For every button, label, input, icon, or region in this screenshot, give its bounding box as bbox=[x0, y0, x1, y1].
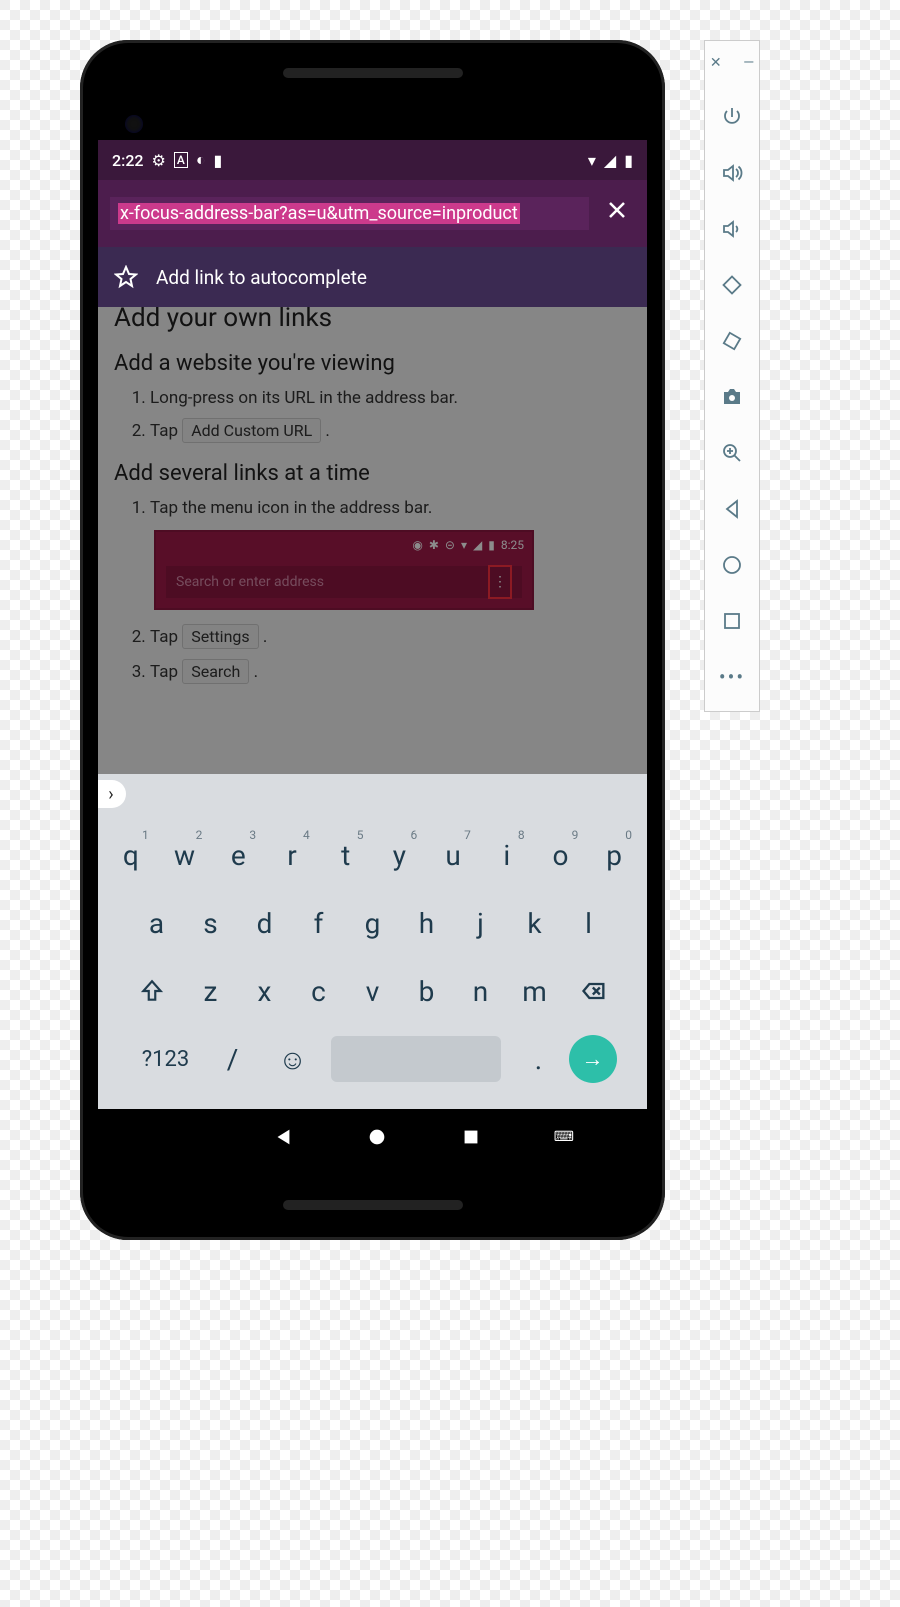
star-icon bbox=[114, 265, 138, 289]
menu-dots-highlighted: ⋮ bbox=[488, 565, 512, 599]
page-body-dimmed: Add your own links Add a website you're … bbox=[98, 307, 647, 779]
key-q[interactable]: q1 bbox=[105, 824, 157, 886]
more-button[interactable]: ••• bbox=[718, 663, 746, 691]
space-key[interactable] bbox=[331, 1036, 501, 1082]
list-b-cont: Tap Settings . Tap Search . bbox=[114, 624, 631, 684]
symbols-key[interactable]: ?123 bbox=[130, 1028, 202, 1090]
url-field[interactable]: x-focus-address-bar?as=u&utm_source=inpr… bbox=[110, 197, 589, 230]
rotate-right-button[interactable] bbox=[718, 327, 746, 355]
key-k[interactable]: k bbox=[509, 892, 561, 954]
battery-icon: ▮ bbox=[624, 151, 633, 170]
camera-lens bbox=[125, 115, 143, 133]
keyboard-suggestion-strip[interactable]: › bbox=[98, 774, 647, 814]
list-item: Tap Settings . bbox=[150, 624, 631, 649]
ui-pill: Settings bbox=[182, 624, 258, 649]
key-b[interactable]: b bbox=[401, 960, 453, 1022]
key-s[interactable]: s bbox=[185, 892, 237, 954]
ui-pill: Add Custom URL bbox=[182, 418, 321, 443]
list-item: Tap the menu icon in the address bar. bbox=[150, 498, 631, 518]
status-left: 2:22 ⚙ A ◐ ▮ bbox=[112, 150, 222, 170]
overview-nav-icon[interactable] bbox=[460, 1126, 482, 1148]
power-button[interactable] bbox=[718, 103, 746, 131]
page-heading-cut: Add your own links bbox=[114, 307, 631, 333]
period-key[interactable]: . bbox=[510, 1028, 568, 1090]
list-b: Tap the menu icon in the address bar. bbox=[114, 498, 631, 518]
volume-down-button[interactable] bbox=[718, 215, 746, 243]
autocomplete-suggestion[interactable]: Add link to autocomplete bbox=[98, 247, 647, 307]
key-r[interactable]: r4 bbox=[266, 824, 318, 886]
soft-keyboard[interactable]: › q1w2e3r4t5y6u7i8o9p0 asdfghjkl zxcvbnm… bbox=[98, 774, 647, 1109]
list-a: Long-press on its URL in the address bar… bbox=[114, 388, 631, 443]
autocomplete-label: Add link to autocomplete bbox=[156, 266, 367, 289]
list-item: Tap Search . bbox=[150, 659, 631, 684]
key-o[interactable]: o9 bbox=[535, 824, 587, 886]
backspace-key[interactable] bbox=[563, 960, 625, 1022]
ime-switch-icon[interactable]: ⌨ bbox=[554, 1129, 575, 1145]
key-e[interactable]: e3 bbox=[212, 824, 264, 886]
screenshot-button[interactable] bbox=[718, 383, 746, 411]
key-n[interactable]: n bbox=[455, 960, 507, 1022]
key-x[interactable]: x bbox=[239, 960, 291, 1022]
key-i[interactable]: i8 bbox=[481, 824, 533, 886]
key-l[interactable]: l bbox=[563, 892, 615, 954]
embedded-screenshot: ◉✱⊝▾◢▮ 8:25 Search or enter address ⋮ bbox=[154, 530, 534, 610]
key-j[interactable]: j bbox=[455, 892, 507, 954]
demo-statusbar: ◉✱⊝▾◢▮ 8:25 bbox=[412, 538, 524, 552]
key-v[interactable]: v bbox=[347, 960, 399, 1022]
phone-device-frame: 2:22 ⚙ A ◐ ▮ ▾ ◢ ▮ x-focus-address-bar?a… bbox=[80, 40, 665, 1240]
list-item: Tap Add Custom URL . bbox=[150, 418, 631, 443]
key-w[interactable]: w2 bbox=[159, 824, 211, 886]
ui-pill: Search bbox=[182, 659, 249, 684]
key-g[interactable]: g bbox=[347, 892, 399, 954]
enter-key[interactable]: → bbox=[569, 1035, 617, 1083]
key-t[interactable]: t5 bbox=[320, 824, 372, 886]
home-button[interactable] bbox=[718, 551, 746, 579]
slash-key[interactable]: / bbox=[204, 1028, 262, 1090]
key-a[interactable]: a bbox=[131, 892, 183, 954]
list-item: Long-press on its URL in the address bar… bbox=[150, 388, 631, 408]
key-f[interactable]: f bbox=[293, 892, 345, 954]
status-clock: 2:22 bbox=[112, 151, 144, 170]
address-bar-region: x-focus-address-bar?as=u&utm_source=inpr… bbox=[98, 180, 647, 247]
overview-button[interactable] bbox=[718, 607, 746, 635]
rotate-left-button[interactable] bbox=[718, 271, 746, 299]
key-c[interactable]: c bbox=[293, 960, 345, 1022]
firefox-icon: ◐ bbox=[196, 150, 206, 170]
system-nav-bar: ⌨ bbox=[98, 1109, 647, 1165]
back-nav-icon[interactable] bbox=[272, 1126, 294, 1148]
key-u[interactable]: u7 bbox=[427, 824, 479, 886]
key-y[interactable]: y6 bbox=[374, 824, 426, 886]
shift-key[interactable] bbox=[121, 960, 183, 1022]
sd-icon: ▮ bbox=[213, 151, 222, 170]
key-h[interactable]: h bbox=[401, 892, 453, 954]
status-bar: 2:22 ⚙ A ◐ ▮ ▾ ◢ ▮ bbox=[98, 140, 647, 180]
key-z[interactable]: z bbox=[185, 960, 237, 1022]
status-right: ▾ ◢ ▮ bbox=[588, 151, 633, 170]
keyboard-expand-chevron[interactable]: › bbox=[98, 780, 126, 808]
clear-url-button[interactable] bbox=[599, 194, 635, 233]
section-heading-b: Add several links at a time bbox=[114, 461, 631, 486]
gear-icon: ⚙ bbox=[152, 151, 166, 170]
section-heading-a: Add a website you're viewing bbox=[114, 351, 631, 376]
key-p[interactable]: p0 bbox=[588, 824, 640, 886]
key-m[interactable]: m bbox=[509, 960, 561, 1022]
url-selected-text[interactable]: x-focus-address-bar?as=u&utm_source=inpr… bbox=[118, 203, 520, 224]
emoji-key[interactable]: ☺ bbox=[264, 1028, 322, 1090]
volume-up-button[interactable] bbox=[718, 159, 746, 187]
demo-searchbar: Search or enter address ⋮ bbox=[166, 566, 522, 598]
card-icon: A bbox=[174, 152, 188, 168]
wifi-icon: ▾ bbox=[588, 151, 596, 170]
home-nav-icon[interactable] bbox=[366, 1126, 388, 1148]
back-button[interactable] bbox=[718, 495, 746, 523]
device-screen: 2:22 ⚙ A ◐ ▮ ▾ ◢ ▮ x-focus-address-bar?a… bbox=[98, 140, 647, 1165]
emulator-close-icon[interactable]: ✕ bbox=[710, 55, 722, 71]
zoom-button[interactable] bbox=[718, 439, 746, 467]
emulator-minimize-icon[interactable]: — bbox=[743, 55, 754, 71]
emulator-toolbar: ✕ — ••• bbox=[704, 40, 760, 712]
key-d[interactable]: d bbox=[239, 892, 291, 954]
signal-icon: ◢ bbox=[604, 151, 616, 170]
